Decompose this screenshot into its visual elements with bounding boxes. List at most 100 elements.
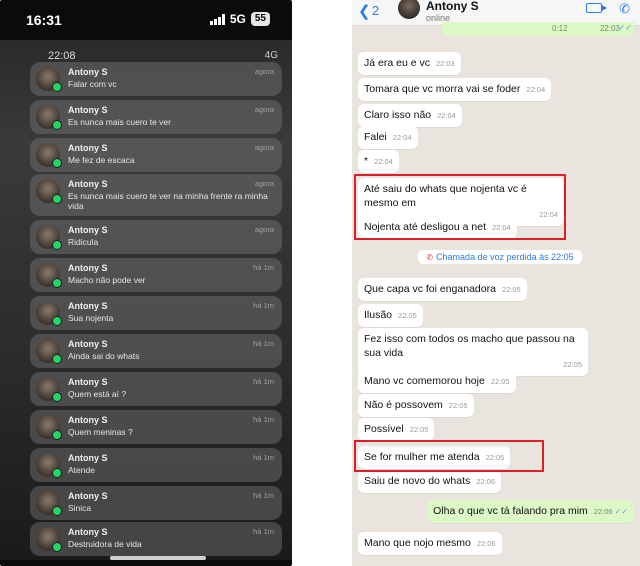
message-text: Já era eu e vc (364, 57, 430, 69)
outgoing-message[interactable]: Olha o que vc tá falando pra mim 22:06 ✓✓ (427, 500, 634, 523)
message-text: Claro isso não (364, 109, 432, 121)
message-text: Não é possovem (364, 399, 443, 411)
notification-sender: Antony S (68, 105, 108, 115)
notifications-screenshot: 16:31 5G 55 22:08 4G Antony S Falar com v… (0, 0, 292, 566)
whatsapp-icon (52, 430, 62, 440)
voice-message[interactable]: 0:12 22:03 ✓✓ (442, 22, 634, 36)
incoming-message[interactable]: Não é possovem 22:05 (358, 394, 474, 417)
notification-time: há 1m (253, 453, 274, 462)
notification-sender: Antony S (68, 263, 108, 273)
notification-card[interactable]: Antony S Ainda sai do whats há 1m (30, 334, 282, 368)
incoming-message[interactable]: * 22:04 (358, 150, 399, 173)
message-time: 22:06 (476, 477, 496, 486)
contact-name[interactable]: Antony S (426, 0, 479, 13)
chat-screenshot: ❮ 2 Antony S online ✆ 0:12 22:03 ✓✓ Já e… (352, 0, 640, 566)
read-receipt-icon: ✓✓ (618, 23, 632, 32)
notification-message: Sua nojenta (68, 313, 114, 323)
notification-card[interactable]: Antony S Ridicula agora (30, 220, 282, 254)
notification-card[interactable]: Antony S Sinica há 1m (30, 486, 282, 520)
notification-time: há 1m (253, 339, 274, 348)
whatsapp-icon (52, 354, 62, 364)
message-time: 22:04 (437, 111, 456, 120)
notification-card[interactable]: Antony S Me fez de escaca agora (30, 138, 282, 172)
notification-card[interactable]: Antony S Quem está aí ? há 1m (30, 372, 282, 406)
missed-call-text: Chamada de voz perdida às 22:05 (436, 252, 574, 262)
notification-card[interactable]: Antony S Quem meninas ? há 1m (30, 410, 282, 444)
incoming-message[interactable]: Já era eu e vc 22:03 (358, 52, 461, 75)
notification-card[interactable]: Antony S Macho não pode ver há 1m (30, 258, 282, 292)
notification-message: Macho não pode ver (68, 275, 146, 285)
notification-card[interactable]: Antony S Falar com vc agora (30, 62, 282, 96)
notification-message: Me fez de escaca (68, 155, 135, 165)
notification-time: agora (254, 67, 274, 76)
message-time: 22:03 (435, 59, 455, 68)
notification-card[interactable]: Antony S Sua nojenta há 1m (30, 296, 282, 330)
notification-time: agora (254, 179, 274, 188)
network-label: 5G (229, 12, 246, 26)
incoming-message[interactable]: Tomara que vc morra vai se foder 22:04 (358, 78, 552, 101)
video-call-icon[interactable] (586, 3, 607, 13)
notification-message: Es nunca mais cuero te ver (68, 117, 171, 127)
notification-message: Quem está aí ? (68, 389, 127, 399)
message-text: Falei (364, 131, 387, 143)
incoming-message[interactable]: Falei 22:04 (358, 126, 418, 149)
read-receipt-icon: ✓✓ (614, 507, 628, 516)
home-indicator[interactable] (110, 556, 206, 560)
message-time: 22:05 (398, 311, 417, 320)
notification-sender: Antony S (68, 491, 108, 501)
missed-call-notice[interactable]: ✆ Chamada de voz perdida às 22:05 (418, 250, 582, 264)
incoming-message[interactable]: Fez isso com todos os macho que passou n… (358, 328, 588, 376)
whatsapp-icon (52, 316, 62, 326)
notification-sender: Antony S (68, 179, 108, 189)
notification-time: há 1m (253, 491, 274, 500)
incoming-message[interactable]: Possível 22:05 (358, 418, 435, 441)
notification-message: Atende (68, 465, 95, 475)
notification-message: Falar com vc (68, 79, 117, 89)
notification-time: há 1m (253, 263, 274, 272)
notification-sender: Antony S (68, 527, 108, 537)
notification-time: agora (254, 105, 274, 114)
whatsapp-icon (52, 468, 62, 478)
back-chevron-icon[interactable]: ❮ (358, 2, 371, 20)
message-time: 22:06 (593, 507, 613, 516)
back-count[interactable]: 2 (372, 3, 379, 18)
message-text: Olha o que vc tá falando pra mim (433, 505, 588, 517)
notification-sender: Antony S (68, 301, 108, 311)
status-bar: 16:31 5G 55 (0, 8, 292, 32)
incoming-message[interactable]: Mano vc comemorou hoje 22:05 (358, 370, 516, 393)
notification-card[interactable]: Antony S Destruidora de vida há 1m (30, 522, 282, 556)
message-time: 22:04 (526, 85, 546, 94)
notification-time: há 1m (253, 415, 274, 424)
notification-card[interactable]: Antony S Es nunca mais cuero te ver agora (30, 100, 282, 134)
whatsapp-icon (52, 158, 62, 168)
message-time: 22:04 (374, 157, 393, 166)
voice-duration: 0:12 (552, 24, 568, 33)
notification-sender: Antony S (68, 339, 108, 349)
message-text: Mano que nojo mesmo (364, 537, 471, 549)
incoming-message[interactable]: Saiu de novo do whats 22:06 (358, 470, 502, 493)
incoming-message[interactable]: Mano que nojo mesmo 22:06 (358, 532, 502, 555)
notification-card[interactable]: Antony S Es nunca mais cuero te ver na mi… (30, 174, 282, 216)
message-text: Mano vc comemorou hoje (364, 375, 485, 387)
whatsapp-icon (52, 392, 62, 402)
notification-message: Es nunca mais cuero te ver na minha fren… (68, 191, 268, 211)
incoming-message[interactable]: Ilusão 22:05 (358, 304, 423, 327)
notification-card[interactable]: Antony S Atende há 1m (30, 448, 282, 482)
incoming-message[interactable]: Que capa vc foi enganadora 22:05 (358, 278, 527, 301)
message-time: 22:05 (501, 285, 521, 294)
message-time: 22:06 (476, 539, 496, 548)
notification-time: há 1m (253, 301, 274, 310)
notification-time: agora (254, 143, 274, 152)
status-time: 16:31 (26, 12, 62, 28)
notification-sender: Antony S (68, 67, 108, 77)
incoming-message[interactable]: Claro isso não 22:04 (358, 104, 462, 127)
message-time: 22:05 (448, 401, 468, 410)
message-text: Tomara que vc morra vai se foder (364, 83, 521, 95)
notification-time: agora (254, 225, 274, 234)
signal-icon (209, 13, 225, 25)
notification-sender: Antony S (68, 453, 108, 463)
notification-sender: Antony S (68, 143, 108, 153)
contact-avatar[interactable] (398, 0, 420, 19)
phone-icon[interactable]: ✆ (619, 1, 630, 17)
whatsapp-icon (52, 82, 62, 92)
